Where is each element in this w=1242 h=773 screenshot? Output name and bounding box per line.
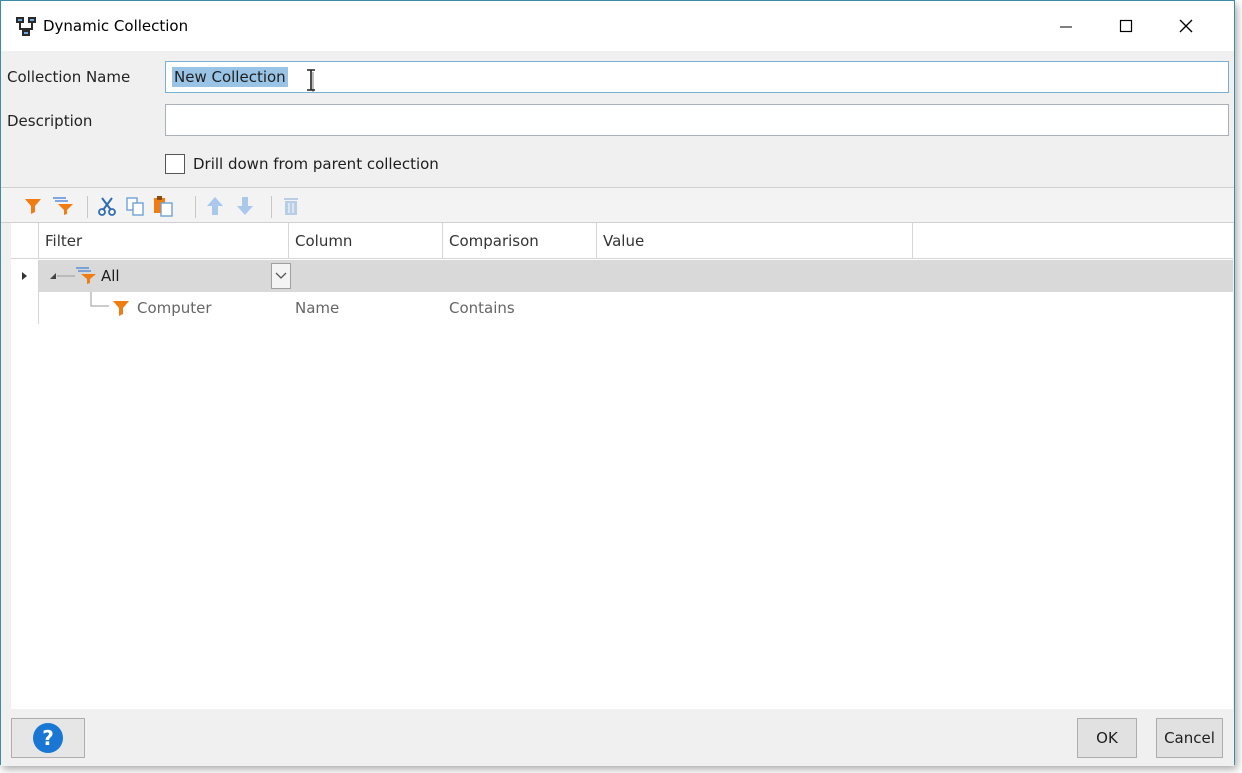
row-selector-header bbox=[11, 223, 39, 259]
drill-down-option[interactable]: Drill down from parent collection bbox=[165, 152, 439, 176]
move-up-button[interactable] bbox=[203, 194, 227, 218]
table-row[interactable]: All bbox=[39, 260, 1233, 292]
cut-icon bbox=[98, 197, 116, 216]
description-label: Description bbox=[7, 112, 93, 130]
tree-line bbox=[57, 275, 75, 277]
column-header-comparison[interactable]: Comparison bbox=[443, 223, 597, 259]
window-title: Dynamic Collection bbox=[43, 17, 189, 35]
help-icon: ? bbox=[33, 723, 63, 753]
row-column-value: Name bbox=[295, 299, 340, 317]
dynamic-collection-window: Dynamic Collection Collection Name New C… bbox=[0, 0, 1235, 766]
collection-name-value: New Collection bbox=[172, 67, 288, 87]
close-icon bbox=[1179, 19, 1193, 33]
row-selector[interactable] bbox=[11, 260, 39, 292]
filter-grid: Filter Column Comparison Value All Compu… bbox=[11, 223, 1233, 709]
filter-toolbar bbox=[1, 187, 1234, 223]
close-button[interactable] bbox=[1156, 1, 1216, 51]
text-cursor-icon bbox=[307, 69, 315, 92]
minimize-icon bbox=[1060, 26, 1072, 28]
ok-button[interactable]: OK bbox=[1077, 718, 1137, 758]
minimize-button[interactable] bbox=[1036, 1, 1096, 51]
grid-header: Filter Column Comparison Value bbox=[11, 223, 1233, 259]
cut-button[interactable] bbox=[95, 194, 119, 218]
filter-icon bbox=[113, 301, 129, 316]
maximize-icon bbox=[1119, 19, 1133, 33]
copy-icon bbox=[126, 197, 144, 216]
description-input[interactable] bbox=[165, 104, 1229, 136]
filter-group-icon bbox=[76, 267, 96, 284]
column-header-value[interactable]: Value bbox=[597, 223, 913, 259]
collection-icon bbox=[16, 17, 36, 36]
title-bar: Dynamic Collection bbox=[1, 1, 1234, 51]
maximize-button[interactable] bbox=[1096, 1, 1156, 51]
column-header-column[interactable]: Column bbox=[289, 223, 443, 259]
table-row[interactable]: Computer Name Contains bbox=[39, 292, 1233, 324]
group-operator-dropdown[interactable] bbox=[271, 263, 291, 289]
paste-icon bbox=[154, 196, 173, 217]
column-header-filter[interactable]: Filter bbox=[39, 223, 289, 259]
dialog-footer: ? OK Cancel bbox=[1, 709, 1234, 766]
row-comparison-value: Contains bbox=[449, 299, 515, 317]
tree-connector bbox=[90, 292, 109, 307]
drill-down-label: Drill down from parent collection bbox=[193, 155, 439, 173]
filter-name: Computer bbox=[137, 299, 212, 317]
help-button[interactable]: ? bbox=[11, 718, 85, 758]
add-filter-icon bbox=[25, 199, 41, 214]
collection-name-label: Collection Name bbox=[7, 68, 131, 86]
copy-button[interactable] bbox=[123, 194, 147, 218]
row-selector[interactable] bbox=[11, 292, 39, 324]
delete-icon bbox=[284, 198, 298, 215]
toolbar-separator bbox=[87, 196, 88, 218]
collection-name-input[interactable]: New Collection bbox=[165, 61, 1229, 93]
current-row-indicator-icon bbox=[22, 272, 27, 280]
paste-button[interactable] bbox=[151, 194, 175, 218]
collection-form: Collection Name New Collection Descripti… bbox=[1, 51, 1234, 187]
drill-down-checkbox[interactable] bbox=[165, 154, 185, 174]
add-filter-button[interactable] bbox=[21, 194, 45, 218]
move-down-button[interactable] bbox=[233, 194, 257, 218]
add-group-icon bbox=[53, 197, 73, 215]
move-up-icon bbox=[207, 197, 223, 215]
delete-button[interactable] bbox=[279, 194, 303, 218]
move-down-icon bbox=[237, 197, 253, 215]
filter-group-label: All bbox=[101, 267, 120, 285]
cancel-button[interactable]: Cancel bbox=[1156, 718, 1223, 758]
toolbar-separator bbox=[195, 196, 196, 218]
toolbar-separator bbox=[271, 196, 272, 218]
add-group-button[interactable] bbox=[51, 194, 75, 218]
chevron-down-icon bbox=[275, 272, 287, 279]
